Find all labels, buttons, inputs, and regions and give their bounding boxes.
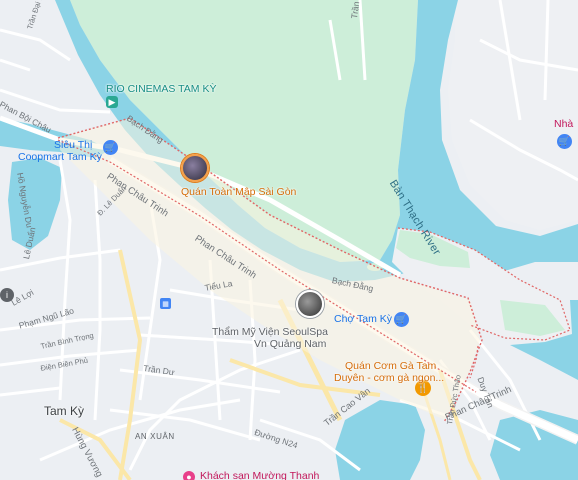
map-base-layer — [0, 0, 578, 480]
shopping-cart-icon[interactable]: 🛒 — [394, 312, 409, 327]
hotel-icon[interactable]: ● — [183, 471, 195, 480]
bus-stop-icon[interactable]: ▦ — [160, 298, 171, 309]
com-ga-label-line1[interactable]: Quán Cơm Gà Tam — [345, 360, 436, 372]
city-label: Tam Kỳ — [44, 404, 85, 418]
nha-label[interactable]: Nhà — [554, 118, 573, 130]
seoulspa-label-line2[interactable]: Vn Quảng Nam — [254, 338, 326, 350]
shopping-cart-icon[interactable]: 🛒 — [103, 140, 118, 155]
com-ga-label-line2[interactable]: Duyên - cơm gà ngon... — [334, 372, 444, 384]
seoulspa-label-line1[interactable]: Thẩm Mỹ Viện SeoulSpa — [212, 326, 328, 338]
district-label: AN XUÂN — [135, 432, 175, 441]
map-canvas[interactable]: Phan Bội Châu Bạch Đằng Bạch Đằng Phan C… — [0, 0, 578, 480]
land-east — [448, 0, 578, 230]
coopmart-label-line2[interactable]: Coopmart Tam Kỳ — [18, 151, 102, 163]
info-pin-icon[interactable]: i — [0, 288, 14, 302]
restaurant-photo-pin[interactable] — [181, 154, 209, 182]
shopping-cart-icon[interactable]: 🛒 — [557, 134, 572, 149]
rio-cinemas-label[interactable]: RIO CINEMAS TAM KỲ — [106, 83, 216, 95]
khach-san-label[interactable]: Khách sạn Mường Thanh — [200, 470, 319, 480]
quan-toan-label[interactable]: Quán Toàn Mập Sài Gòn — [181, 186, 296, 198]
cho-tam-ky-label[interactable]: Chợ Tam Kỳ — [334, 313, 392, 325]
cinema-icon[interactable]: ▶ — [106, 96, 118, 108]
coopmart-label-line1[interactable]: Siêu Thị — [54, 139, 92, 151]
spa-photo-pin[interactable] — [296, 290, 324, 318]
